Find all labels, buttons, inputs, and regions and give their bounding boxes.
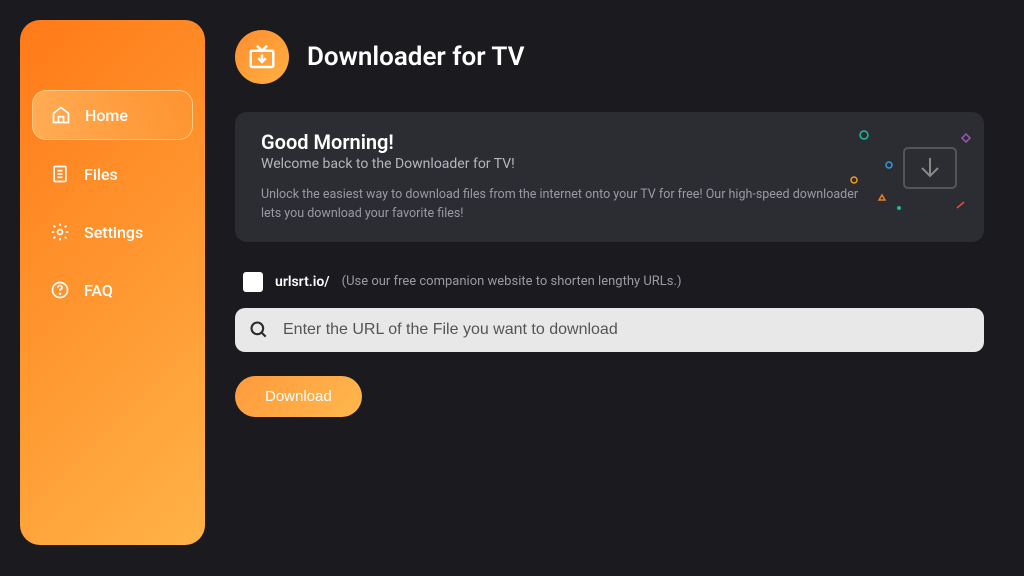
sidebar-item-home[interactable]: Home [32, 90, 193, 140]
shortener-label: urlsrt.io/ [275, 274, 330, 290]
main-content: Downloader for TV Good Morning! Welcome … [205, 0, 1024, 576]
help-icon [50, 280, 70, 300]
search-icon [249, 320, 269, 340]
shortener-row: urlsrt.io/ (Use our free companion websi… [235, 272, 984, 292]
card-illustration [844, 120, 974, 220]
gear-icon [50, 222, 70, 242]
url-input-container[interactable] [235, 308, 984, 352]
download-button[interactable]: Download [235, 376, 362, 417]
url-input[interactable] [283, 321, 970, 339]
description-text: Unlock the easiest way to download files… [261, 186, 881, 224]
sidebar-item-faq[interactable]: FAQ [32, 266, 193, 314]
sidebar-item-files[interactable]: Files [32, 150, 193, 198]
home-icon [51, 105, 71, 125]
sidebar-item-label: Home [85, 106, 128, 125]
sidebar-item-settings[interactable]: Settings [32, 208, 193, 256]
shortener-hint: (Use our free companion website to short… [342, 274, 682, 289]
sidebar-item-label: Settings [84, 223, 143, 242]
shortener-checkbox[interactable] [243, 272, 263, 292]
tv-download-icon [247, 42, 277, 72]
welcome-card: Good Morning! Welcome back to the Downlo… [235, 112, 984, 242]
sidebar-item-label: Files [84, 165, 118, 184]
sidebar: Home Files Settings FAQ [20, 20, 205, 545]
app-title: Downloader for TV [307, 42, 524, 72]
files-icon [50, 164, 70, 184]
sidebar-item-label: FAQ [84, 281, 113, 300]
app-logo [235, 30, 289, 84]
app-header: Downloader for TV [235, 30, 984, 84]
